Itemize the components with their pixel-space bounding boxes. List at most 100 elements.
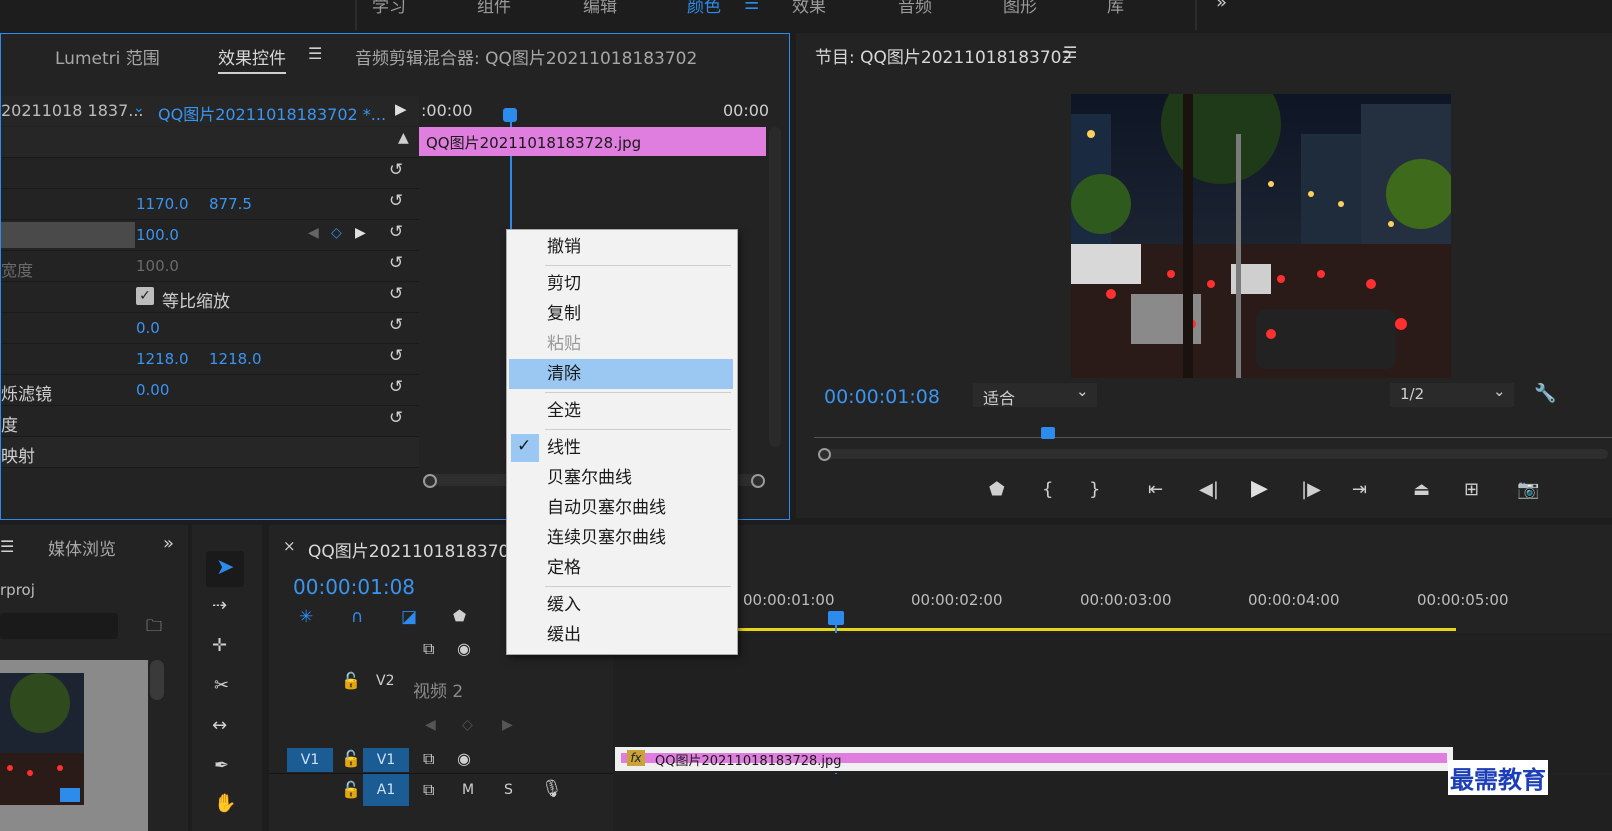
- workspace-tab-graphics[interactable]: 图形: [1003, 0, 1037, 17]
- add-marker-icon[interactable]: ⬟: [453, 607, 466, 625]
- flicker-value[interactable]: 0.00: [136, 381, 169, 399]
- menu-item-ease-in[interactable]: 缓入: [507, 590, 735, 620]
- rotation-value[interactable]: 0.0: [136, 319, 160, 337]
- tab-lumetri-scopes[interactable]: Lumetri 范围: [55, 44, 160, 69]
- track-lane-v2[interactable]: [613, 633, 1612, 748]
- menu-item-undo[interactable]: 撤销: [507, 232, 735, 262]
- pen-icon[interactable]: ✒: [214, 755, 229, 776]
- track-select-icon[interactable]: ⇢: [212, 595, 227, 616]
- sequence-tab[interactable]: QQ图片20211018183702: [308, 537, 520, 562]
- menu-item-auto-bezier[interactable]: 自动贝塞尔曲线: [507, 493, 735, 523]
- track-target-a1[interactable]: A1: [363, 774, 409, 806]
- monitor-playhead[interactable]: [1041, 427, 1055, 439]
- add-keyframe-icon[interactable]: ◇: [331, 225, 342, 241]
- reset-icon[interactable]: ↺: [389, 315, 403, 335]
- snap-icon[interactable]: ∩: [351, 607, 363, 627]
- hand-icon[interactable]: ✋: [214, 793, 236, 814]
- go-to-out-icon[interactable]: ⇥: [1352, 479, 1367, 500]
- workspace-tab-color[interactable]: 颜色: [687, 0, 721, 17]
- zoom-handle[interactable]: [818, 448, 831, 461]
- more-panels-icon[interactable]: »: [163, 533, 174, 554]
- scroll-end-handle[interactable]: [751, 474, 765, 488]
- workspace-tab-effects[interactable]: 效果: [792, 0, 826, 17]
- monitor-ruler[interactable]: [814, 437, 1612, 438]
- lock-icon[interactable]: 🔓: [341, 780, 361, 799]
- go-to-in-icon[interactable]: ⇤: [1148, 479, 1163, 500]
- microphone-icon[interactable]: 🎙: [541, 779, 563, 799]
- toggle-sync-lock-icon[interactable]: ⧉: [423, 749, 434, 769]
- mark-out-icon[interactable]: }: [1089, 479, 1100, 500]
- reset-icon[interactable]: ↺: [389, 284, 403, 304]
- nest-icon[interactable]: ✳: [299, 607, 313, 627]
- reset-icon[interactable]: ↺: [389, 377, 403, 397]
- menu-item-continuous-bezier[interactable]: 连续贝塞尔曲线: [507, 523, 735, 553]
- position-x-value[interactable]: 1170.0: [136, 195, 189, 213]
- scroll-start-handle[interactable]: [423, 474, 437, 488]
- linked-selection-icon[interactable]: ◪: [401, 607, 417, 627]
- mark-in-icon[interactable]: {: [1042, 479, 1053, 500]
- prev-keyframe-icon[interactable]: ◀: [308, 225, 319, 241]
- fit-dropdown[interactable]: 适合 ⌄: [973, 382, 1097, 408]
- panel-menu-icon[interactable]: ☰: [308, 44, 322, 63]
- panel-menu-icon[interactable]: ☰: [1063, 43, 1077, 62]
- mute-button[interactable]: M: [462, 782, 474, 798]
- slip-icon[interactable]: ↔: [212, 715, 227, 736]
- menu-item-cut[interactable]: 剪切: [507, 269, 735, 299]
- step-forward-icon[interactable]: |▶: [1301, 479, 1321, 500]
- checkbox-checked-icon[interactable]: ✓: [136, 287, 154, 305]
- tab-media-browser[interactable]: 媒体浏览: [48, 535, 116, 560]
- add-marker-icon[interactable]: ⬟: [989, 479, 1005, 500]
- eye-icon[interactable]: ◉: [457, 639, 471, 658]
- track-target-v1[interactable]: V1: [363, 748, 409, 772]
- source-patch-v1[interactable]: V1: [287, 748, 333, 772]
- position-y-value[interactable]: 877.5: [209, 195, 252, 213]
- lock-icon[interactable]: 🔓: [341, 671, 361, 690]
- clip-label[interactable]: QQ图片20211018183702 *...: [158, 101, 386, 125]
- workspace-tab-assembly[interactable]: 组件: [477, 0, 511, 17]
- menu-item-linear[interactable]: 线性: [507, 433, 735, 463]
- prev-keyframe-icon[interactable]: ◀: [425, 717, 436, 733]
- timeline-timecode[interactable]: 00:00:01:08: [293, 575, 415, 599]
- search-input[interactable]: [0, 613, 118, 639]
- close-tab-icon[interactable]: ×: [283, 537, 296, 555]
- collapse-up-icon[interactable]: ▲: [398, 130, 409, 146]
- chevron-down-icon[interactable]: ⌄: [133, 100, 145, 116]
- new-bin-icon[interactable]: 🗀: [146, 615, 162, 642]
- razor-icon[interactable]: ✂: [214, 675, 229, 696]
- track-label[interactable]: V2: [376, 673, 394, 689]
- menu-item-hold[interactable]: 定格: [507, 553, 735, 583]
- scale-value[interactable]: 100.0: [136, 226, 179, 244]
- more-workspaces-icon[interactable]: »: [1216, 0, 1227, 13]
- timeline-clip[interactable]: fx QQ图片20211018183728.jpg: [615, 747, 1453, 771]
- menu-item-bezier[interactable]: 贝塞尔曲线: [507, 463, 735, 493]
- program-title[interactable]: 节目: QQ图片20211018183702: [815, 43, 1072, 68]
- tab-effect-controls[interactable]: 效果控件: [218, 44, 286, 74]
- thumbnail-scrollbar[interactable]: [150, 660, 164, 700]
- selection-tool[interactable]: ➤: [206, 551, 244, 587]
- lift-icon[interactable]: ⏏: [1413, 479, 1430, 500]
- work-area-bar[interactable]: [614, 628, 1456, 631]
- menu-item-clear[interactable]: 清除: [509, 359, 733, 389]
- workspace-tab-learn[interactable]: 学习: [372, 0, 406, 17]
- step-back-icon[interactable]: ◀|: [1199, 479, 1219, 500]
- play-icon[interactable]: ▶: [1251, 476, 1268, 501]
- panel-menu-icon[interactable]: ☰: [0, 537, 14, 556]
- solo-button[interactable]: S: [504, 782, 513, 798]
- toggle-sync-lock-icon[interactable]: ⧉: [423, 639, 434, 659]
- play-triangle-icon[interactable]: ▶: [395, 100, 407, 118]
- export-frame-icon[interactable]: 📷: [1517, 479, 1539, 500]
- eye-icon[interactable]: ◉: [457, 749, 471, 768]
- reset-icon[interactable]: ↺: [389, 408, 403, 428]
- add-keyframe-icon[interactable]: ◇: [462, 717, 473, 733]
- tab-audio-clip-mixer[interactable]: 音频剪辑混合器: QQ图片20211018183702: [355, 44, 697, 69]
- next-keyframe-icon[interactable]: ▶: [355, 225, 366, 241]
- workspace-menu-icon[interactable]: ☰: [744, 0, 759, 14]
- wrench-icon[interactable]: 🔧: [1534, 383, 1556, 404]
- menu-item-copy[interactable]: 复制: [507, 299, 735, 329]
- menu-item-ease-out[interactable]: 缓出: [507, 620, 735, 650]
- reset-icon[interactable]: ↺: [389, 346, 403, 366]
- menu-item-select-all[interactable]: 全选: [507, 396, 735, 426]
- reset-icon[interactable]: ↺: [389, 160, 403, 180]
- workspace-tab-audio[interactable]: 音频: [898, 0, 932, 17]
- ripple-edit-icon[interactable]: ✛: [212, 635, 227, 656]
